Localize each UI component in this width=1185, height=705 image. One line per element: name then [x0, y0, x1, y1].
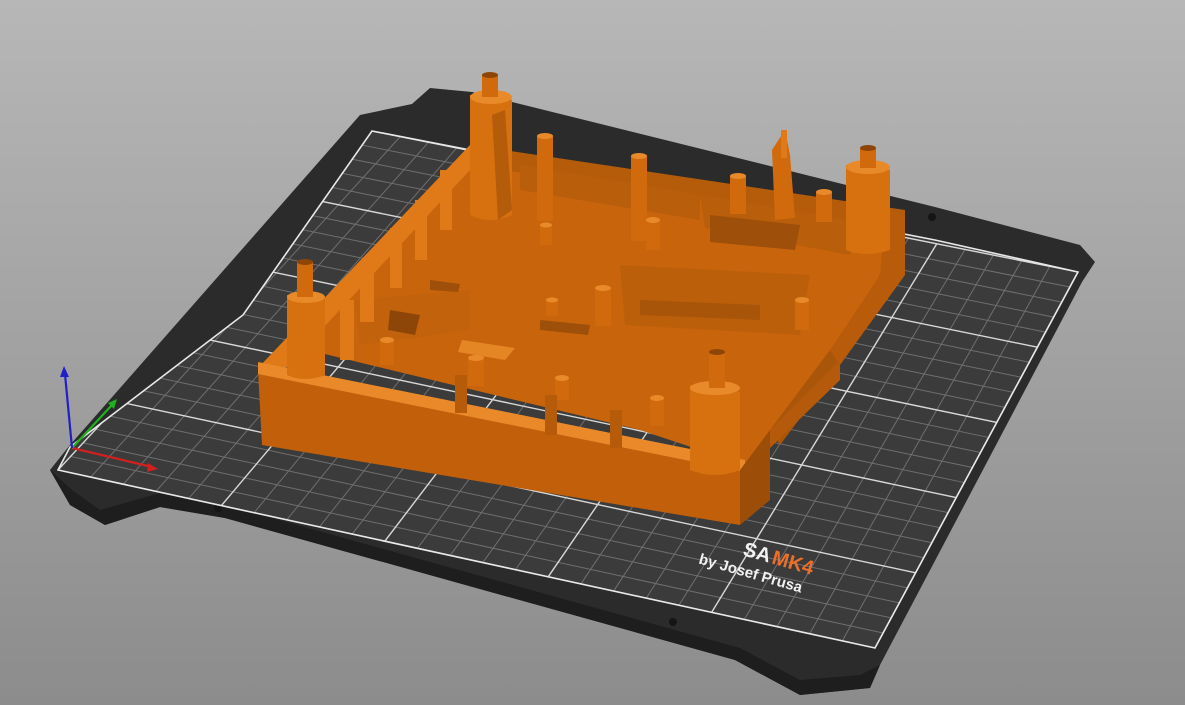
scene-canvas[interactable]: SA MK4 by Josef Prusa [0, 0, 1185, 705]
3d-viewport[interactable]: SA MK4 by Josef Prusa [0, 0, 1185, 705]
